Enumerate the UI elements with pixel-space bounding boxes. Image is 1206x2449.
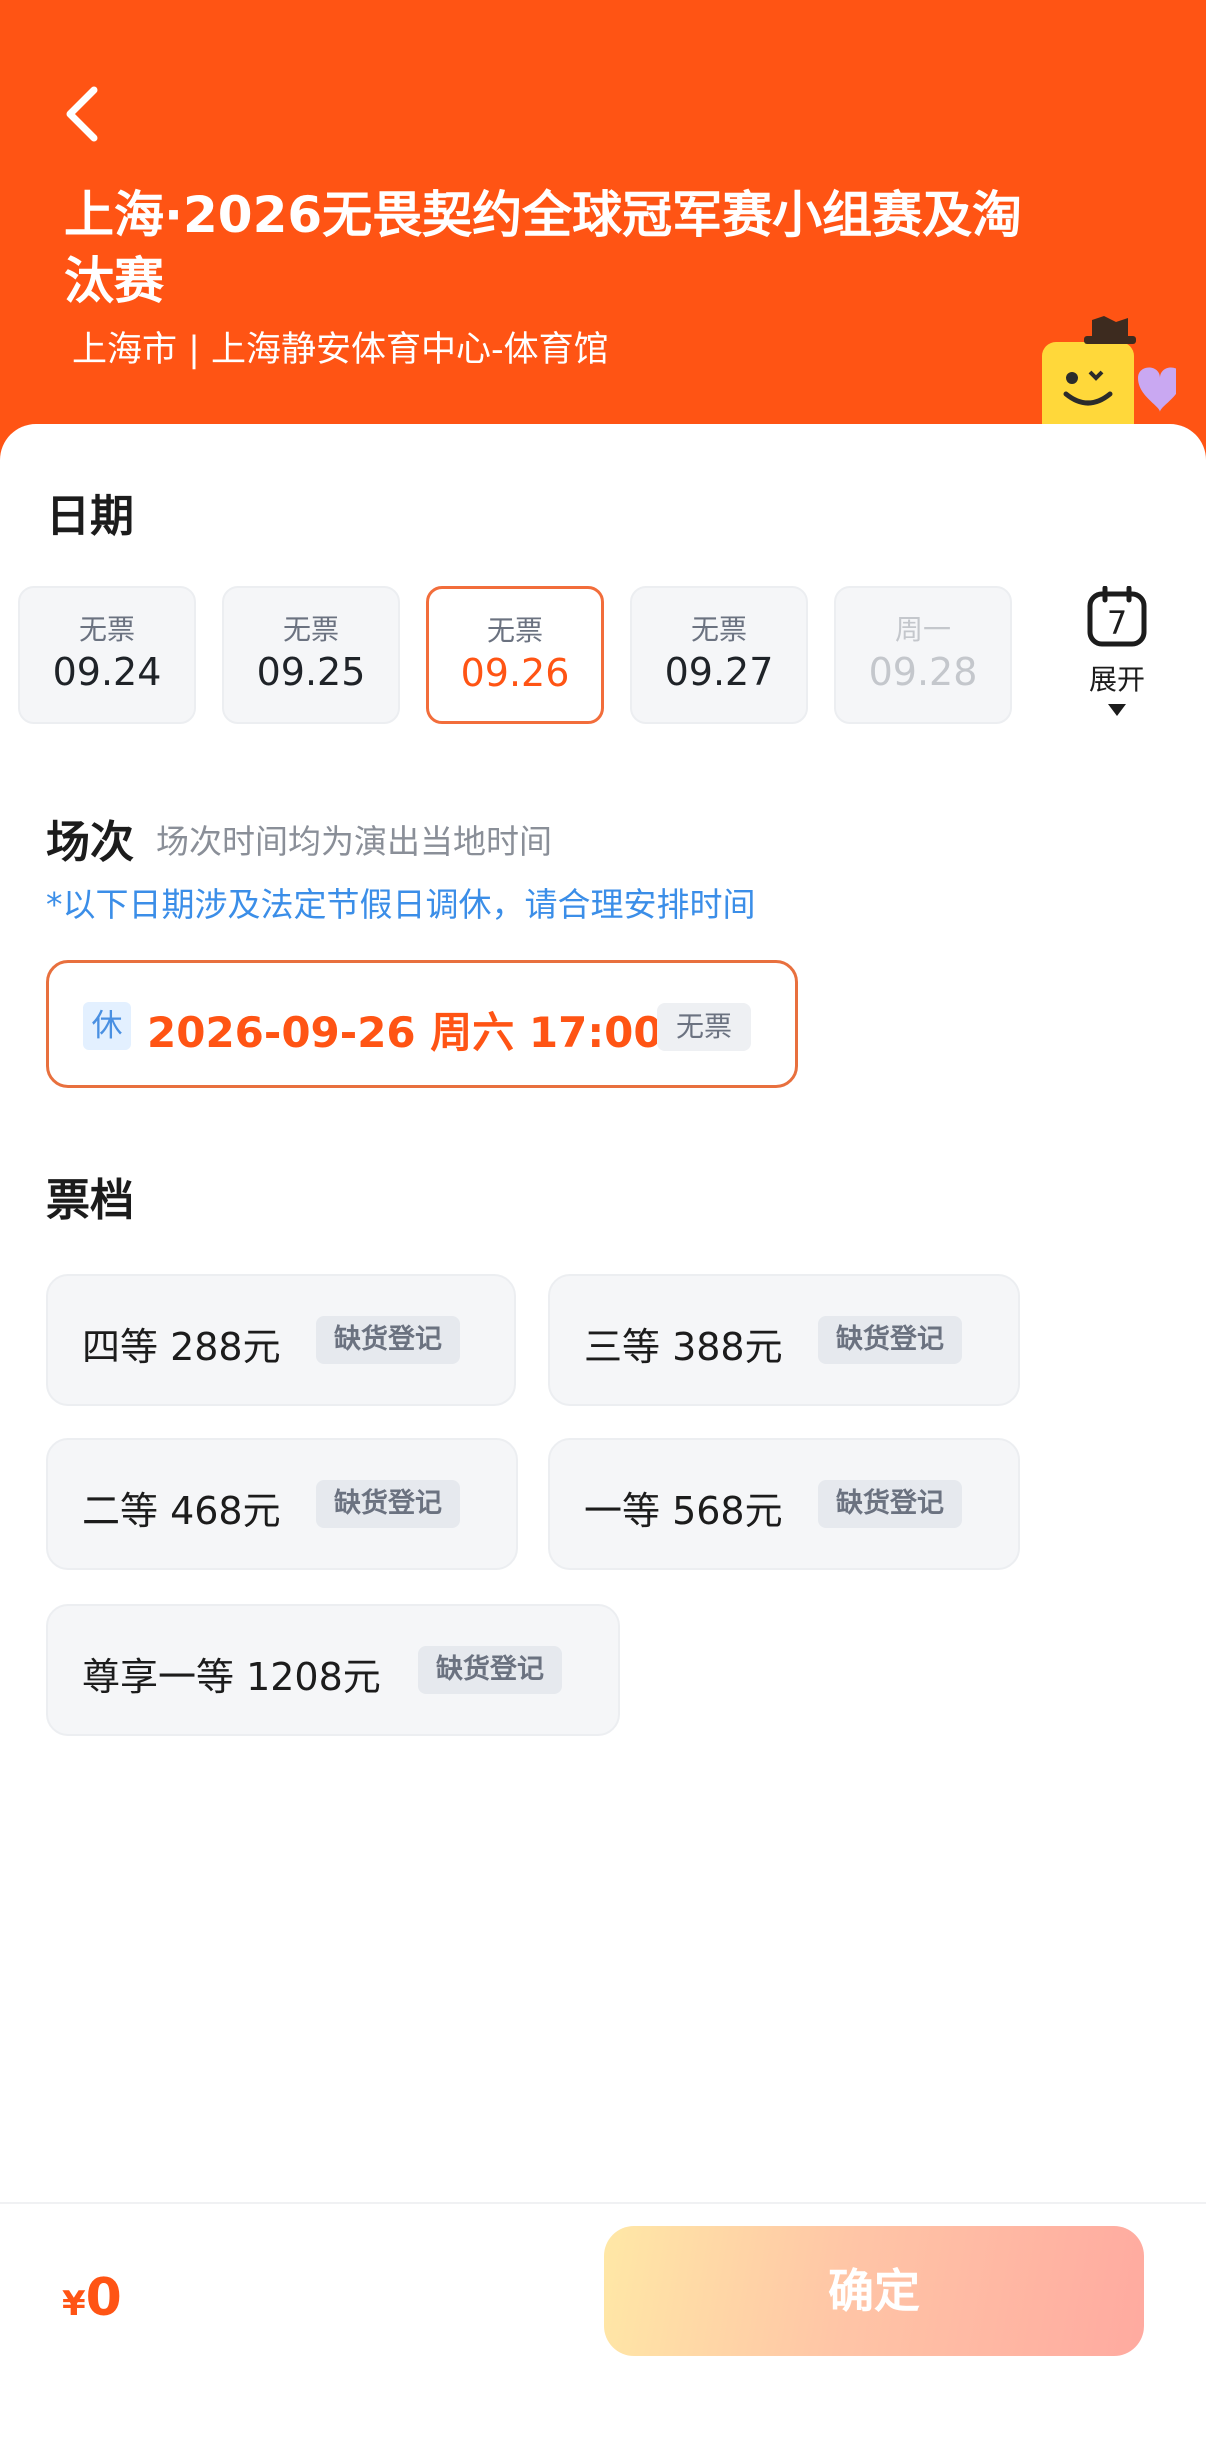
waitlist-badge: 缺货登记 — [316, 1480, 460, 1528]
ticket-tier-option[interactable]: 一等 568元 缺货登记 — [548, 1438, 1020, 1570]
date-value: 09.26 — [460, 651, 570, 695]
expand-label: 展开 — [1088, 663, 1145, 696]
date-option[interactable]: 无票 09.25 — [222, 586, 400, 724]
tier-name: 一等 568元 — [584, 1489, 783, 1533]
date-option[interactable]: 无票 09.24 — [18, 586, 196, 724]
tier-name: 三等 388元 — [584, 1325, 783, 1369]
date-value: 09.28 — [868, 650, 978, 694]
total-price: ¥0 — [62, 2268, 122, 2328]
tier-name: 四等 288元 — [82, 1325, 281, 1369]
date-value: 09.25 — [256, 650, 366, 694]
date-status: 无票 — [282, 613, 339, 646]
session-datetime: 2026-09-26 周六 17:00 — [147, 1008, 663, 1057]
holiday-note: *以下日期涉及法定节假日调休，请合理安排时间 — [46, 885, 756, 924]
calendar-number: 7 — [1107, 604, 1127, 642]
date-value: 09.27 — [664, 650, 774, 694]
date-status: 无票 — [78, 613, 135, 646]
tier-name: 尊享一等 1208元 — [82, 1655, 381, 1699]
date-option-selected[interactable]: 无票 09.26 — [426, 586, 604, 724]
expand-calendar-button[interactable]: 7 展开 — [1080, 586, 1154, 726]
ticket-tier-option[interactable]: 三等 388元 缺货登记 — [548, 1274, 1020, 1406]
event-venue: 上海市 | 上海静安体育中心-体育馆 — [72, 330, 609, 370]
date-option[interactable]: 无票 09.27 — [630, 586, 808, 724]
total-amount: 0 — [85, 2268, 122, 2328]
tier-section-title: 票档 — [46, 1175, 134, 1226]
session-time-hint: 场次时间均为演出当地时间 — [156, 822, 552, 861]
ticket-tier-option[interactable]: 二等 468元 缺货登记 — [46, 1438, 518, 1570]
event-header: 上海·2026无畏契约全球冠军赛小组赛及淘汰赛 上海市 | 上海静安体育中心-体… — [0, 0, 1206, 460]
caret-down-icon — [1108, 704, 1126, 716]
session-status-badge: 无票 — [657, 1003, 751, 1051]
calendar-icon: 7 — [1087, 586, 1147, 647]
footer-divider — [0, 2202, 1206, 2204]
event-title: 上海·2026无畏契约全球冠军赛小组赛及淘汰赛 — [64, 186, 1023, 310]
currency-symbol: ¥ — [62, 2284, 86, 2324]
date-section-title: 日期 — [46, 491, 134, 542]
confirm-button[interactable]: 确定 — [604, 2226, 1144, 2356]
back-arrow-icon[interactable] — [56, 82, 112, 146]
session-option-selected[interactable]: 休 2026-09-26 周六 17:00 无票 — [46, 960, 798, 1088]
date-status: 无票 — [690, 613, 747, 646]
date-status: 周一 — [894, 613, 951, 646]
tier-name: 二等 468元 — [82, 1489, 281, 1533]
waitlist-badge: 缺货登记 — [818, 1480, 962, 1528]
date-value: 09.24 — [52, 650, 162, 694]
waitlist-badge: 缺货登记 — [316, 1316, 460, 1364]
rest-day-badge: 休 — [83, 1002, 131, 1050]
date-status: 无票 — [486, 614, 543, 647]
ticket-tier-option[interactable]: 四等 288元 缺货登记 — [46, 1274, 516, 1406]
session-section-title: 场次 — [46, 817, 134, 868]
waitlist-badge: 缺货登记 — [418, 1646, 562, 1694]
selection-sheet — [0, 424, 1206, 2449]
ticket-selection-page: 上海·2026无畏契约全球冠军赛小组赛及淘汰赛 上海市 | 上海静安体育中心-体… — [0, 0, 1206, 2449]
date-option-disabled[interactable]: 周一 09.28 — [834, 586, 1012, 724]
waitlist-badge: 缺货登记 — [818, 1316, 962, 1364]
ticket-tier-option[interactable]: 尊享一等 1208元 缺货登记 — [46, 1604, 620, 1736]
